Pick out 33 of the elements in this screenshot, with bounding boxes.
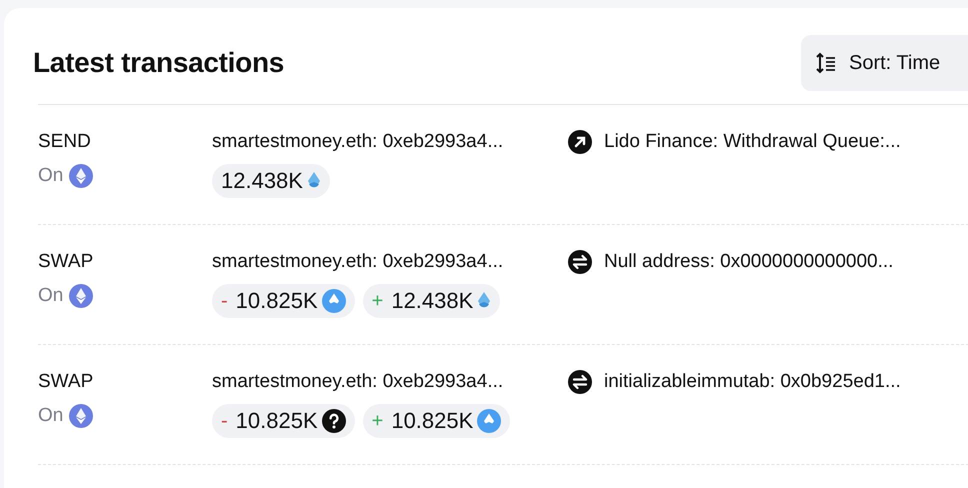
- amount-value: 12.438K: [221, 168, 303, 194]
- sender-address: smartestmoney.eth: 0xeb2993a4...: [212, 370, 504, 394]
- transaction-type: SWAP: [38, 250, 94, 274]
- section-title: Latest transactions: [33, 47, 284, 79]
- change-sign: +: [372, 410, 384, 432]
- token-icon: [322, 289, 346, 313]
- transaction-type: SEND: [38, 130, 91, 154]
- change-sign: -: [221, 290, 229, 312]
- amount-value: 10.825K: [236, 288, 318, 314]
- sort-button[interactable]: Sort: Time: [801, 35, 968, 91]
- token-icon: [477, 409, 502, 433]
- counterparty-address: Lido Finance: Withdrawal Queue:...: [604, 130, 901, 154]
- question-icon: [322, 409, 346, 433]
- counterparty-address: Null address: 0x0000000000000...: [604, 250, 894, 274]
- counterparty-address: initializableimmutab: 0x0b925ed1...: [604, 370, 901, 394]
- swap-icon: [568, 250, 592, 274]
- chain-label: On: [38, 404, 64, 428]
- chain-label: On: [38, 284, 64, 308]
- ethereum-icon: [69, 164, 94, 188]
- amount-value: 10.825K: [236, 408, 318, 434]
- change-sign: +: [372, 290, 384, 312]
- sender-address: smartestmoney.eth: 0xeb2993a4...: [212, 250, 504, 274]
- sender-address: smartestmoney.eth: 0xeb2993a4...: [212, 130, 504, 154]
- transaction-type: SWAP: [38, 370, 94, 394]
- sort-icon: [815, 52, 837, 74]
- ethereum-icon: [69, 284, 94, 308]
- arrow-up-right-icon: [568, 130, 592, 154]
- swap-icon: [568, 370, 592, 394]
- ethereum-icon: [69, 404, 94, 428]
- change-sign: -: [221, 410, 229, 432]
- amount-value: 12.438K: [391, 288, 474, 314]
- chain-label: On: [38, 164, 64, 188]
- amount-value: 10.825K: [391, 408, 474, 434]
